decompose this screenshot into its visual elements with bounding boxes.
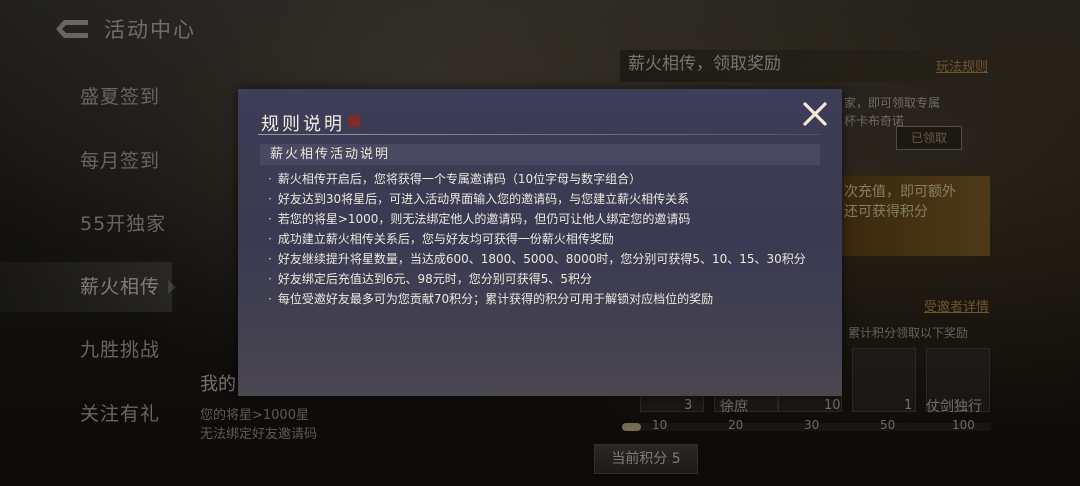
seal-icon bbox=[348, 115, 360, 127]
rule-item: 好友继续提升将星数量，当达成600、1800、5000、8000时，您分别可获得… bbox=[268, 249, 806, 269]
rules-list: 薪火相传开启后，您将获得一个专属邀请码（10位字母与数字组合） 好友达到30将星… bbox=[268, 169, 806, 309]
rules-modal: 规则说明 薪火相传活动说明 薪火相传开启后，您将获得一个专属邀请码（10位字母与… bbox=[238, 89, 842, 396]
rule-item: 薪火相传开启后，您将获得一个专属邀请码（10位字母与数字组合） bbox=[268, 169, 806, 189]
section-title: 薪火相传活动说明 bbox=[260, 144, 820, 165]
rule-item: 若您的将星>1000，则无法绑定他人的邀请码，但仍可让他人绑定您的邀请码 bbox=[268, 209, 806, 229]
title-divider bbox=[258, 134, 820, 135]
modal-title: 规则说明 bbox=[261, 114, 345, 135]
rule-item: 好友绑定后充值达到6元、98元时，您分别可获得5、5积分 bbox=[268, 269, 806, 289]
close-icon[interactable] bbox=[802, 101, 828, 127]
rule-item: 成功建立薪火相传关系后，您与好友均可获得一份薪火相传奖励 bbox=[268, 229, 806, 249]
rule-item: 每位受邀好友最多可为您贡献70积分；累计获得的积分可用于解锁对应档位的奖励 bbox=[268, 289, 806, 309]
rule-item: 好友达到30将星后，可进入活动界面输入您的邀请码，与您建立薪火相传关系 bbox=[268, 189, 806, 209]
